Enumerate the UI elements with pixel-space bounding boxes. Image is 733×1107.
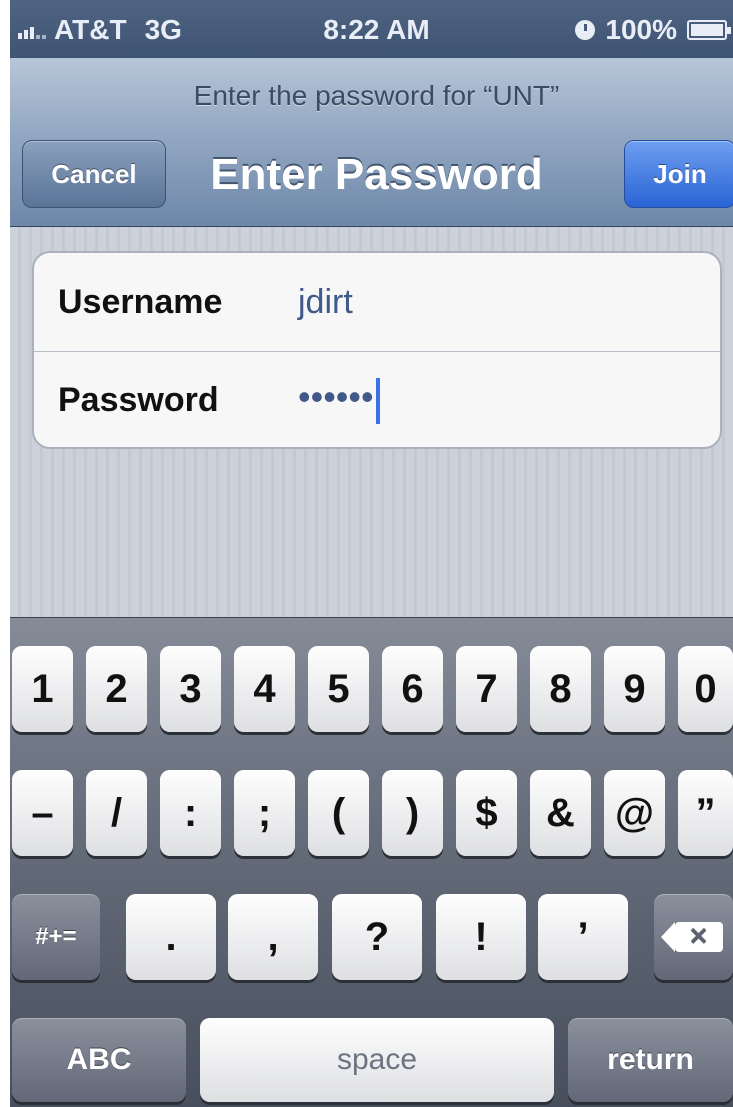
key-apostrophe[interactable]: ’ — [538, 894, 628, 980]
delete-backspace-icon: ✕ — [660, 922, 723, 952]
key-0[interactable]: 0 — [678, 646, 733, 732]
delete-glyph: ✕ — [688, 923, 709, 951]
key-dollar[interactable]: $ — [456, 770, 517, 856]
key-open-paren[interactable]: ( — [308, 770, 369, 856]
credentials-group: Username jdirt Password •••••• — [32, 251, 722, 449]
username-field[interactable]: jdirt — [298, 283, 353, 322]
username-label: Username — [58, 282, 223, 321]
key-close-paren[interactable]: ) — [382, 770, 443, 856]
key-colon[interactable]: : — [160, 770, 221, 856]
username-row[interactable]: Username jdirt — [34, 253, 720, 352]
key-ampersand[interactable]: & — [530, 770, 591, 856]
key-semicolon[interactable]: ; — [234, 770, 295, 856]
battery-percent: 100% — [605, 14, 677, 45]
password-field[interactable]: •••••• — [298, 376, 374, 417]
key-3[interactable]: 3 — [160, 646, 221, 732]
join-button[interactable]: Join — [624, 140, 733, 208]
password-label: Password — [58, 380, 219, 419]
key-6[interactable]: 6 — [382, 646, 443, 732]
key-at[interactable]: @ — [604, 770, 665, 856]
key-4[interactable]: 4 — [234, 646, 295, 732]
key-comma[interactable]: , — [228, 894, 318, 980]
space-key[interactable]: space — [200, 1018, 554, 1102]
key-slash[interactable]: / — [86, 770, 147, 856]
return-key[interactable]: return — [568, 1018, 733, 1102]
abc-key[interactable]: ABC — [12, 1018, 186, 1102]
battery-icon — [687, 20, 731, 40]
toggle-symbols-key[interactable]: #+= — [12, 894, 100, 980]
key-5[interactable]: 5 — [308, 646, 369, 732]
text-cursor — [375, 377, 380, 424]
form-area: Username jdirt Password •••••• — [10, 227, 733, 617]
keyboard: 1 2 3 4 5 6 7 8 9 0 – / : ; ( ) $ & @ ” … — [10, 617, 733, 1107]
status-right: 100% — [575, 14, 731, 46]
key-9[interactable]: 9 — [604, 646, 665, 732]
status-bar: AT&T 3G 8:22 AM 100% — [10, 0, 733, 58]
key-dash[interactable]: – — [12, 770, 73, 856]
key-exclamation[interactable]: ! — [436, 894, 526, 980]
screen: AT&T 3G 8:22 AM 100% Enter the password … — [10, 0, 733, 1107]
clock-icon — [575, 20, 596, 40]
key-1[interactable]: 1 — [12, 646, 73, 732]
key-2[interactable]: 2 — [86, 646, 147, 732]
key-quote[interactable]: ” — [678, 770, 733, 856]
navigation-bar: Enter the password for “UNT” Cancel Ente… — [10, 58, 733, 227]
key-period[interactable]: . — [126, 894, 216, 980]
password-row[interactable]: Password •••••• — [34, 351, 720, 447]
key-8[interactable]: 8 — [530, 646, 591, 732]
delete-key[interactable]: ✕ — [654, 894, 733, 980]
key-7[interactable]: 7 — [456, 646, 517, 732]
key-question[interactable]: ? — [332, 894, 422, 980]
password-field-wrap[interactable]: •••••• — [298, 376, 380, 424]
network-prompt: Enter the password for “UNT” — [193, 80, 560, 111]
